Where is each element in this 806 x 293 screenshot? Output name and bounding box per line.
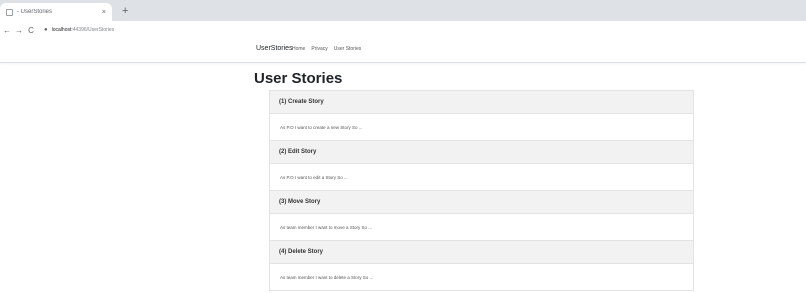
story-header[interactable]: (1) Create Story [270, 91, 693, 114]
story-header[interactable]: (2) Edit Story [270, 141, 693, 164]
story-card: (1) Create Story As P.O I want to create… [269, 90, 694, 141]
story-header[interactable]: (3) Move Story [270, 191, 693, 214]
page-title: User Stories [254, 70, 343, 87]
close-icon[interactable]: × [102, 9, 106, 16]
tab-title: - UserStories [17, 9, 53, 15]
nav-links: Home Privacy User Stories [292, 46, 361, 52]
back-icon[interactable]: ← [2, 26, 12, 35]
page-icon [6, 8, 13, 16]
story-body: As team member I want to delete a Story … [270, 264, 693, 290]
story-card: (2) Edit Story As P.O I want to edit a S… [269, 140, 694, 191]
lock-icon: ● [44, 27, 48, 33]
url-path: 44396/UserStories [72, 27, 115, 33]
navbar-brand[interactable]: UserStories [256, 45, 293, 52]
story-header[interactable]: (4) Delete Story [270, 241, 693, 264]
nav-link-user-stories[interactable]: User Stories [334, 46, 362, 52]
nav-link-home[interactable]: Home [292, 46, 305, 52]
story-body: As team member I want to move a Story So… [270, 214, 693, 240]
forward-icon[interactable]: → [14, 26, 24, 35]
story-card: (3) Move Story As team member I want to … [269, 190, 694, 241]
browser-tab[interactable]: - UserStories × [0, 3, 112, 21]
url-host: localhost: [51, 27, 73, 33]
story-body: As P.O I want to create a new Story So .… [270, 114, 693, 140]
new-tab-button[interactable]: + [122, 4, 128, 18]
story-card: (4) Delete Story As team member I want t… [269, 240, 694, 291]
site-navbar: UserStories Home Privacy User Stories [0, 39, 806, 63]
story-body: As P.O I want to edit a Story So ... [270, 164, 693, 190]
browser-toolbar: ← → C ● localhost: 44396/UserStories [0, 21, 806, 40]
browser-tab-strip: - UserStories × + [0, 0, 806, 21]
story-list: (1) Create Story As P.O I want to create… [269, 90, 694, 291]
address-bar[interactable]: ● localhost: 44396/UserStories [44, 27, 114, 33]
nav-link-privacy[interactable]: Privacy [311, 46, 327, 52]
reload-icon[interactable]: C [26, 26, 36, 35]
